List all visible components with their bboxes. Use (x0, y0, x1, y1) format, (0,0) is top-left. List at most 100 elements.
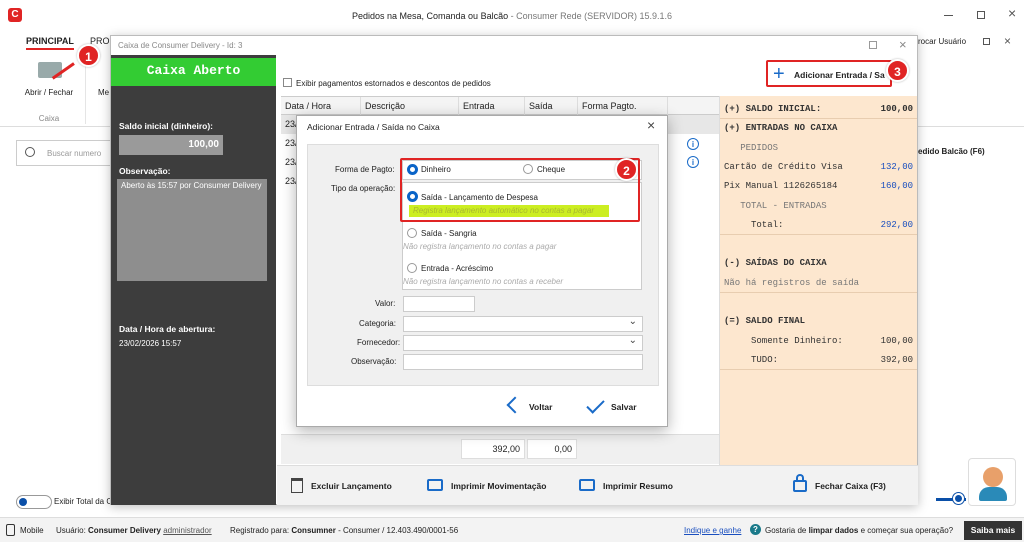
usuario-label: Usuário: (56, 526, 86, 535)
summary-line: Somente Dinheiro: 100,00 (724, 332, 913, 351)
grid-totals-bar: 392,00 0,00 (281, 434, 719, 464)
imprimir-movimentacao-label: Imprimir Movimentação (451, 481, 547, 491)
categoria-label: Categoria: (359, 319, 396, 328)
observacao-box: Aberto às 15:57 por Consumer Delivery (117, 179, 267, 281)
info-icon[interactable]: i (687, 138, 699, 150)
search-placeholder: Buscar numero (47, 149, 102, 158)
summary-line: (-) SAÍDAS DO CAIXA (724, 254, 913, 273)
ribbon-item-me[interactable]: Me (98, 88, 109, 97)
mobile-icon (6, 524, 15, 536)
summary-line: TOTAL - ENTRADAS (724, 197, 913, 216)
highlight-frame-2 (400, 158, 640, 222)
pagamentos-checkbox[interactable] (283, 78, 292, 87)
summary-line: (=) SALDO FINAL (724, 312, 913, 331)
support-avatar-button[interactable] (968, 458, 1016, 506)
dialog-close-icon[interactable]: × (647, 117, 655, 133)
step-badge-2: 2 (615, 158, 638, 181)
voltar-button[interactable]: Voltar (505, 396, 571, 418)
exibir-total-toggle[interactable] (16, 495, 52, 509)
abrir-fechar-label: Abrir / Fechar (24, 88, 74, 97)
summary-line: (+) SALDO INICIAL: 100,00 (724, 100, 913, 119)
caixa-footer: Excluir Lançamento Imprimir Movimentação… (277, 465, 918, 505)
mobile-label[interactable]: Mobile (20, 526, 44, 535)
categoria-select[interactable]: ⌄ (403, 316, 643, 332)
caixa-maximize-icon[interactable] (869, 41, 877, 49)
imprimir-movimentacao-button[interactable]: Imprimir Movimentação (423, 476, 563, 496)
fornecedor-select[interactable]: ⌄ (403, 335, 643, 351)
excluir-label: Excluir Lançamento (311, 481, 392, 491)
summary-line: TUDO: 392,00 (724, 351, 913, 370)
registrado-cnpj: - Consumer / 12.403.490/0001-56 (335, 526, 459, 535)
summary-line-label: (+) SALDO INICIAL: (724, 104, 822, 114)
col-saida[interactable]: Saída (525, 97, 578, 115)
printer-icon (579, 479, 595, 491)
total-saida: 0,00 (527, 439, 577, 459)
col-data-hora[interactable]: Data / Hora (281, 97, 361, 115)
exibir-total-label: Exibir Total da C (54, 497, 113, 506)
summary-line-value: 392,00 (880, 354, 913, 365)
summary-line: PEDIDOS (724, 139, 913, 158)
salvar-button[interactable]: Salvar (585, 395, 651, 418)
summary-line: Pix Manual 1126265184 160,00 (724, 177, 913, 196)
support-agent-icon (983, 467, 1003, 487)
step-badge-3: 3 (886, 59, 909, 82)
registrado-label: Registrado para: (230, 526, 290, 535)
toggle-knob (19, 498, 27, 506)
col-descricao[interactable]: Descrição (361, 97, 459, 115)
usuario-value: Consumer Delivery (88, 526, 161, 535)
saldo-label: Saldo inicial (dinheiro): (119, 121, 213, 131)
observacao-field-label: Observação: (351, 357, 397, 366)
abrir-fechar-button[interactable]: Abrir / Fechar Caixa (14, 52, 86, 124)
minimize-icon[interactable] (944, 15, 953, 16)
indique-link[interactable]: Indique e ganhe (684, 526, 741, 535)
caixa-close-icon[interactable]: × (899, 37, 907, 52)
summary-line-label: Pix Manual 1126265184 (724, 181, 838, 192)
info-icon[interactable]: i (687, 156, 699, 168)
saida-sangria-hint: Não registra lançamento no contas a paga… (403, 242, 557, 251)
zoom-slider-handle[interactable] (953, 493, 964, 504)
summary-line: Cartão de Crédito Visa 132,00 (724, 158, 913, 177)
radio-entrada-acrescimo[interactable] (407, 263, 417, 273)
restore-icon[interactable] (977, 11, 985, 19)
summary-line-label: Total: (724, 219, 784, 230)
summary-line-label: Cartão de Crédito Visa (724, 161, 843, 172)
imprimir-resumo-button[interactable]: Imprimir Resumo (575, 476, 695, 496)
col-entrada[interactable]: Entrada (459, 97, 525, 115)
excluir-lancamento-button[interactable]: Excluir Lançamento (285, 476, 405, 496)
col-forma-pagto[interactable]: Forma Pagto. (578, 97, 668, 115)
tab-principal[interactable]: PRINCIPAL (26, 36, 74, 50)
voltar-label: Voltar (529, 402, 553, 412)
fechar-caixa-button[interactable]: Fechar Caixa (F3) (785, 474, 905, 498)
observacao-input[interactable] (403, 354, 643, 370)
data-abertura-label: Data / Hora de abertura: (119, 324, 216, 334)
summary-line (724, 293, 913, 312)
summary-line-label: Somente Dinheiro: (724, 335, 843, 346)
chevron-down-icon: ⌄ (628, 316, 637, 327)
chevron-left-icon (506, 396, 524, 414)
window-restore-icon[interactable] (983, 38, 990, 45)
caixa-status-banner: Caixa Aberto (111, 58, 276, 86)
registrado-info: Registrado para: Consumner - Consumer / … (230, 526, 458, 535)
search-input[interactable]: Buscar numero (16, 140, 112, 166)
total-entrada: 392,00 (461, 439, 525, 459)
summary-line: (+) ENTRADAS NO CAIXA (724, 119, 913, 138)
summary-line-value: 160,00 (880, 181, 913, 192)
pedido-balcao-button[interactable]: edido Balcão (F6) (918, 147, 985, 156)
status-bar: Mobile Usuário: Consumer Delivery admini… (0, 517, 1024, 542)
registrado-value: Consumner (291, 526, 336, 535)
caixa-window-title: Caixa de Consumer Delivery - Id: 3 (118, 41, 243, 50)
admin-link[interactable]: administrador (163, 526, 211, 535)
summary-line-label: (-) SAÍDAS DO CAIXA (724, 258, 827, 269)
close-icon[interactable]: × (1008, 5, 1016, 21)
search-icon (25, 147, 35, 157)
window-close-icon[interactable]: × (1004, 34, 1011, 48)
support-agent-body-icon (979, 487, 1007, 501)
trocar-usuario-button[interactable]: rocar Usuário (918, 37, 966, 46)
saiba-mais-button[interactable]: Saiba mais (964, 521, 1022, 540)
summary-line-value: 100,00 (880, 335, 913, 346)
radio-saida-sangria[interactable] (407, 228, 417, 238)
fechar-caixa-label: Fechar Caixa (F3) (815, 481, 886, 491)
summary-divider (720, 369, 917, 371)
saldo-value: 100,00 (119, 135, 223, 155)
valor-input[interactable] (403, 296, 475, 312)
